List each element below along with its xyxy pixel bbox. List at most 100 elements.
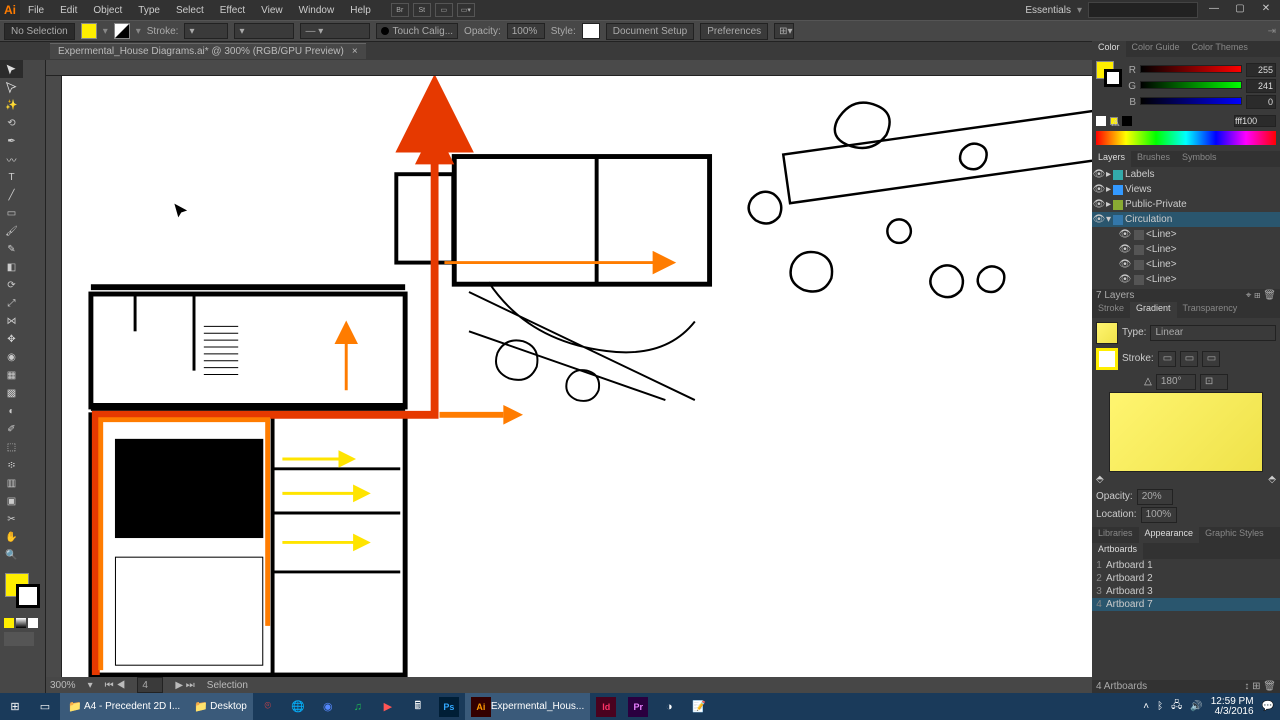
blend-tool[interactable]: ⬚: [0, 438, 23, 456]
paintbrush-tool[interactable]: 🖌: [0, 222, 23, 240]
zoom-tool[interactable]: 🔍: [0, 546, 23, 564]
taskbar-chrome[interactable]: 🌐: [283, 693, 313, 720]
perspective-tool[interactable]: ▦: [0, 366, 23, 384]
tab-color-themes[interactable]: Color Themes: [1186, 41, 1254, 57]
grad-location-dd[interactable]: 100%: [1141, 507, 1177, 523]
eyedropper-tool[interactable]: ✐: [0, 420, 23, 438]
sublayer-name[interactable]: <Line>: [1146, 259, 1177, 270]
gradient-type-dd[interactable]: Linear: [1150, 325, 1276, 341]
symbol-sprayer-tool[interactable]: ፨: [0, 456, 23, 474]
hand-tool[interactable]: ✋: [0, 528, 23, 546]
taskbar-calc[interactable]: 🖩: [403, 693, 433, 720]
stroke-opt-3[interactable]: ▭: [1202, 351, 1220, 367]
search-input[interactable]: [1088, 2, 1198, 18]
system-clock[interactable]: 12:59 PM 4/3/2016: [1211, 697, 1254, 717]
stroke-weight[interactable]: ▾: [184, 23, 228, 39]
hex-input[interactable]: [1234, 115, 1276, 127]
document-setup-button[interactable]: Document Setup: [606, 23, 695, 40]
artboard-row[interactable]: 4Artboard 7: [1092, 598, 1280, 611]
gradient-angle[interactable]: 180°: [1156, 374, 1196, 390]
taskbar-app3[interactable]: ▶: [373, 693, 403, 720]
start-button[interactable]: ⊞: [0, 693, 30, 720]
stroke-swatch[interactable]: [114, 23, 130, 39]
g-input[interactable]: [1246, 79, 1276, 93]
screen-mode-icon[interactable]: [4, 632, 34, 646]
pen-tool[interactable]: ✒: [0, 132, 23, 150]
stock-icon[interactable]: St: [413, 3, 431, 17]
fill-stroke-control[interactable]: [0, 570, 45, 616]
taskbar-app2[interactable]: ◉: [313, 693, 343, 720]
menu-view[interactable]: View: [253, 5, 291, 16]
taskbar-indesign[interactable]: Id: [590, 693, 622, 720]
taskbar-app[interactable]: ⌾: [253, 693, 283, 720]
menu-window[interactable]: Window: [291, 5, 343, 16]
b-input[interactable]: [1246, 95, 1276, 109]
tab-brushes[interactable]: Brushes: [1131, 151, 1176, 167]
menu-edit[interactable]: Edit: [52, 5, 85, 16]
taskbar-photoshop[interactable]: Ps: [433, 693, 465, 720]
visibility-toggle-icon[interactable]: 👁: [1092, 214, 1106, 225]
menu-select[interactable]: Select: [168, 5, 212, 16]
width-tool[interactable]: ⋈: [0, 312, 23, 330]
taskbar-explorer-2[interactable]: 📁Desktop: [186, 693, 253, 720]
visibility-toggle-icon[interactable]: 👁: [1092, 199, 1106, 210]
curvature-tool[interactable]: 〰: [0, 150, 23, 168]
menu-effect[interactable]: Effect: [212, 5, 253, 16]
menu-type[interactable]: Type: [130, 5, 168, 16]
artboard-row[interactable]: 2Artboard 2: [1092, 572, 1280, 585]
layer-name[interactable]: Circulation: [1125, 214, 1172, 225]
gradient-tool[interactable]: ◐: [0, 402, 23, 420]
artboard-row[interactable]: 1Artboard 1: [1092, 559, 1280, 572]
grad-stop-right-icon[interactable]: ⬘: [1268, 474, 1276, 485]
free-transform-tool[interactable]: ✥: [0, 330, 23, 348]
preferences-button[interactable]: Preferences: [700, 23, 768, 40]
document-tab[interactable]: Expermental_House Diagrams.ai* @ 300% (R…: [50, 43, 366, 59]
artboard-row[interactable]: 3Artboard 3: [1092, 585, 1280, 598]
tray-network-icon[interactable]: 🖧: [1171, 698, 1182, 715]
profile-dd[interactable]: — ▾: [300, 23, 370, 39]
visibility-toggle-icon[interactable]: 👁: [1118, 259, 1132, 270]
menu-help[interactable]: Help: [342, 5, 379, 16]
stroke-opt-1[interactable]: ▭: [1158, 351, 1176, 367]
tab-stroke[interactable]: Stroke: [1092, 302, 1130, 318]
close-button[interactable]: ✕: [1256, 3, 1276, 17]
pencil-tool[interactable]: ✎: [0, 240, 23, 258]
visibility-toggle-icon[interactable]: 👁: [1118, 229, 1132, 240]
tab-symbols[interactable]: Symbols: [1176, 151, 1223, 167]
workspace-switcher[interactable]: Essentials: [1025, 5, 1071, 16]
menu-file[interactable]: File: [20, 5, 52, 16]
column-graph-tool[interactable]: ▥: [0, 474, 23, 492]
stroke-opt-2[interactable]: ▭: [1180, 351, 1198, 367]
stroke-grad-icon[interactable]: [1096, 348, 1118, 370]
collapse-panels-icon[interactable]: ⇥: [1268, 26, 1276, 37]
tab-gradient[interactable]: Gradient: [1130, 302, 1177, 318]
line-tool[interactable]: ╱: [0, 186, 23, 204]
color-spectrum[interactable]: [1096, 131, 1276, 145]
artboard-nav[interactable]: 4: [137, 677, 163, 693]
tab-artboards[interactable]: Artboards: [1092, 543, 1143, 559]
taskbar-notepad[interactable]: 📝: [684, 693, 714, 720]
arrange2-icon[interactable]: ▭▾: [457, 3, 475, 17]
tab-color[interactable]: Color: [1092, 41, 1126, 57]
arrange-icon[interactable]: ▭: [435, 3, 453, 17]
taskbar-premiere[interactable]: Pr: [622, 693, 654, 720]
tab-libraries[interactable]: Libraries: [1092, 527, 1139, 543]
tab-color-guide[interactable]: Color Guide: [1126, 41, 1186, 57]
sublayer-name[interactable]: <Line>: [1146, 274, 1177, 285]
sublayer-name[interactable]: <Line>: [1146, 229, 1177, 240]
tab-transparency[interactable]: Transparency: [1177, 302, 1244, 318]
aspect-dd[interactable]: ⊡: [1200, 374, 1228, 390]
bridge-icon[interactable]: Br: [391, 3, 409, 17]
lasso-tool[interactable]: ⟲: [0, 114, 23, 132]
sublayer-name[interactable]: <Line>: [1146, 244, 1177, 255]
maximize-button[interactable]: ▢: [1230, 3, 1250, 17]
color-mode-icon[interactable]: [4, 618, 14, 628]
notifications-icon[interactable]: 💬: [1262, 701, 1274, 712]
artboard-tool[interactable]: ▣: [0, 492, 23, 510]
magic-wand-tool[interactable]: ✨: [0, 96, 23, 114]
calligraphic-dd[interactable]: Touch Calig...: [376, 23, 458, 39]
tray-expand-icon[interactable]: ˄: [1143, 701, 1149, 712]
none-mode-icon[interactable]: [28, 618, 38, 628]
gradient-mode-icon[interactable]: [16, 618, 26, 628]
black-swatch-icon[interactable]: [1122, 116, 1132, 126]
